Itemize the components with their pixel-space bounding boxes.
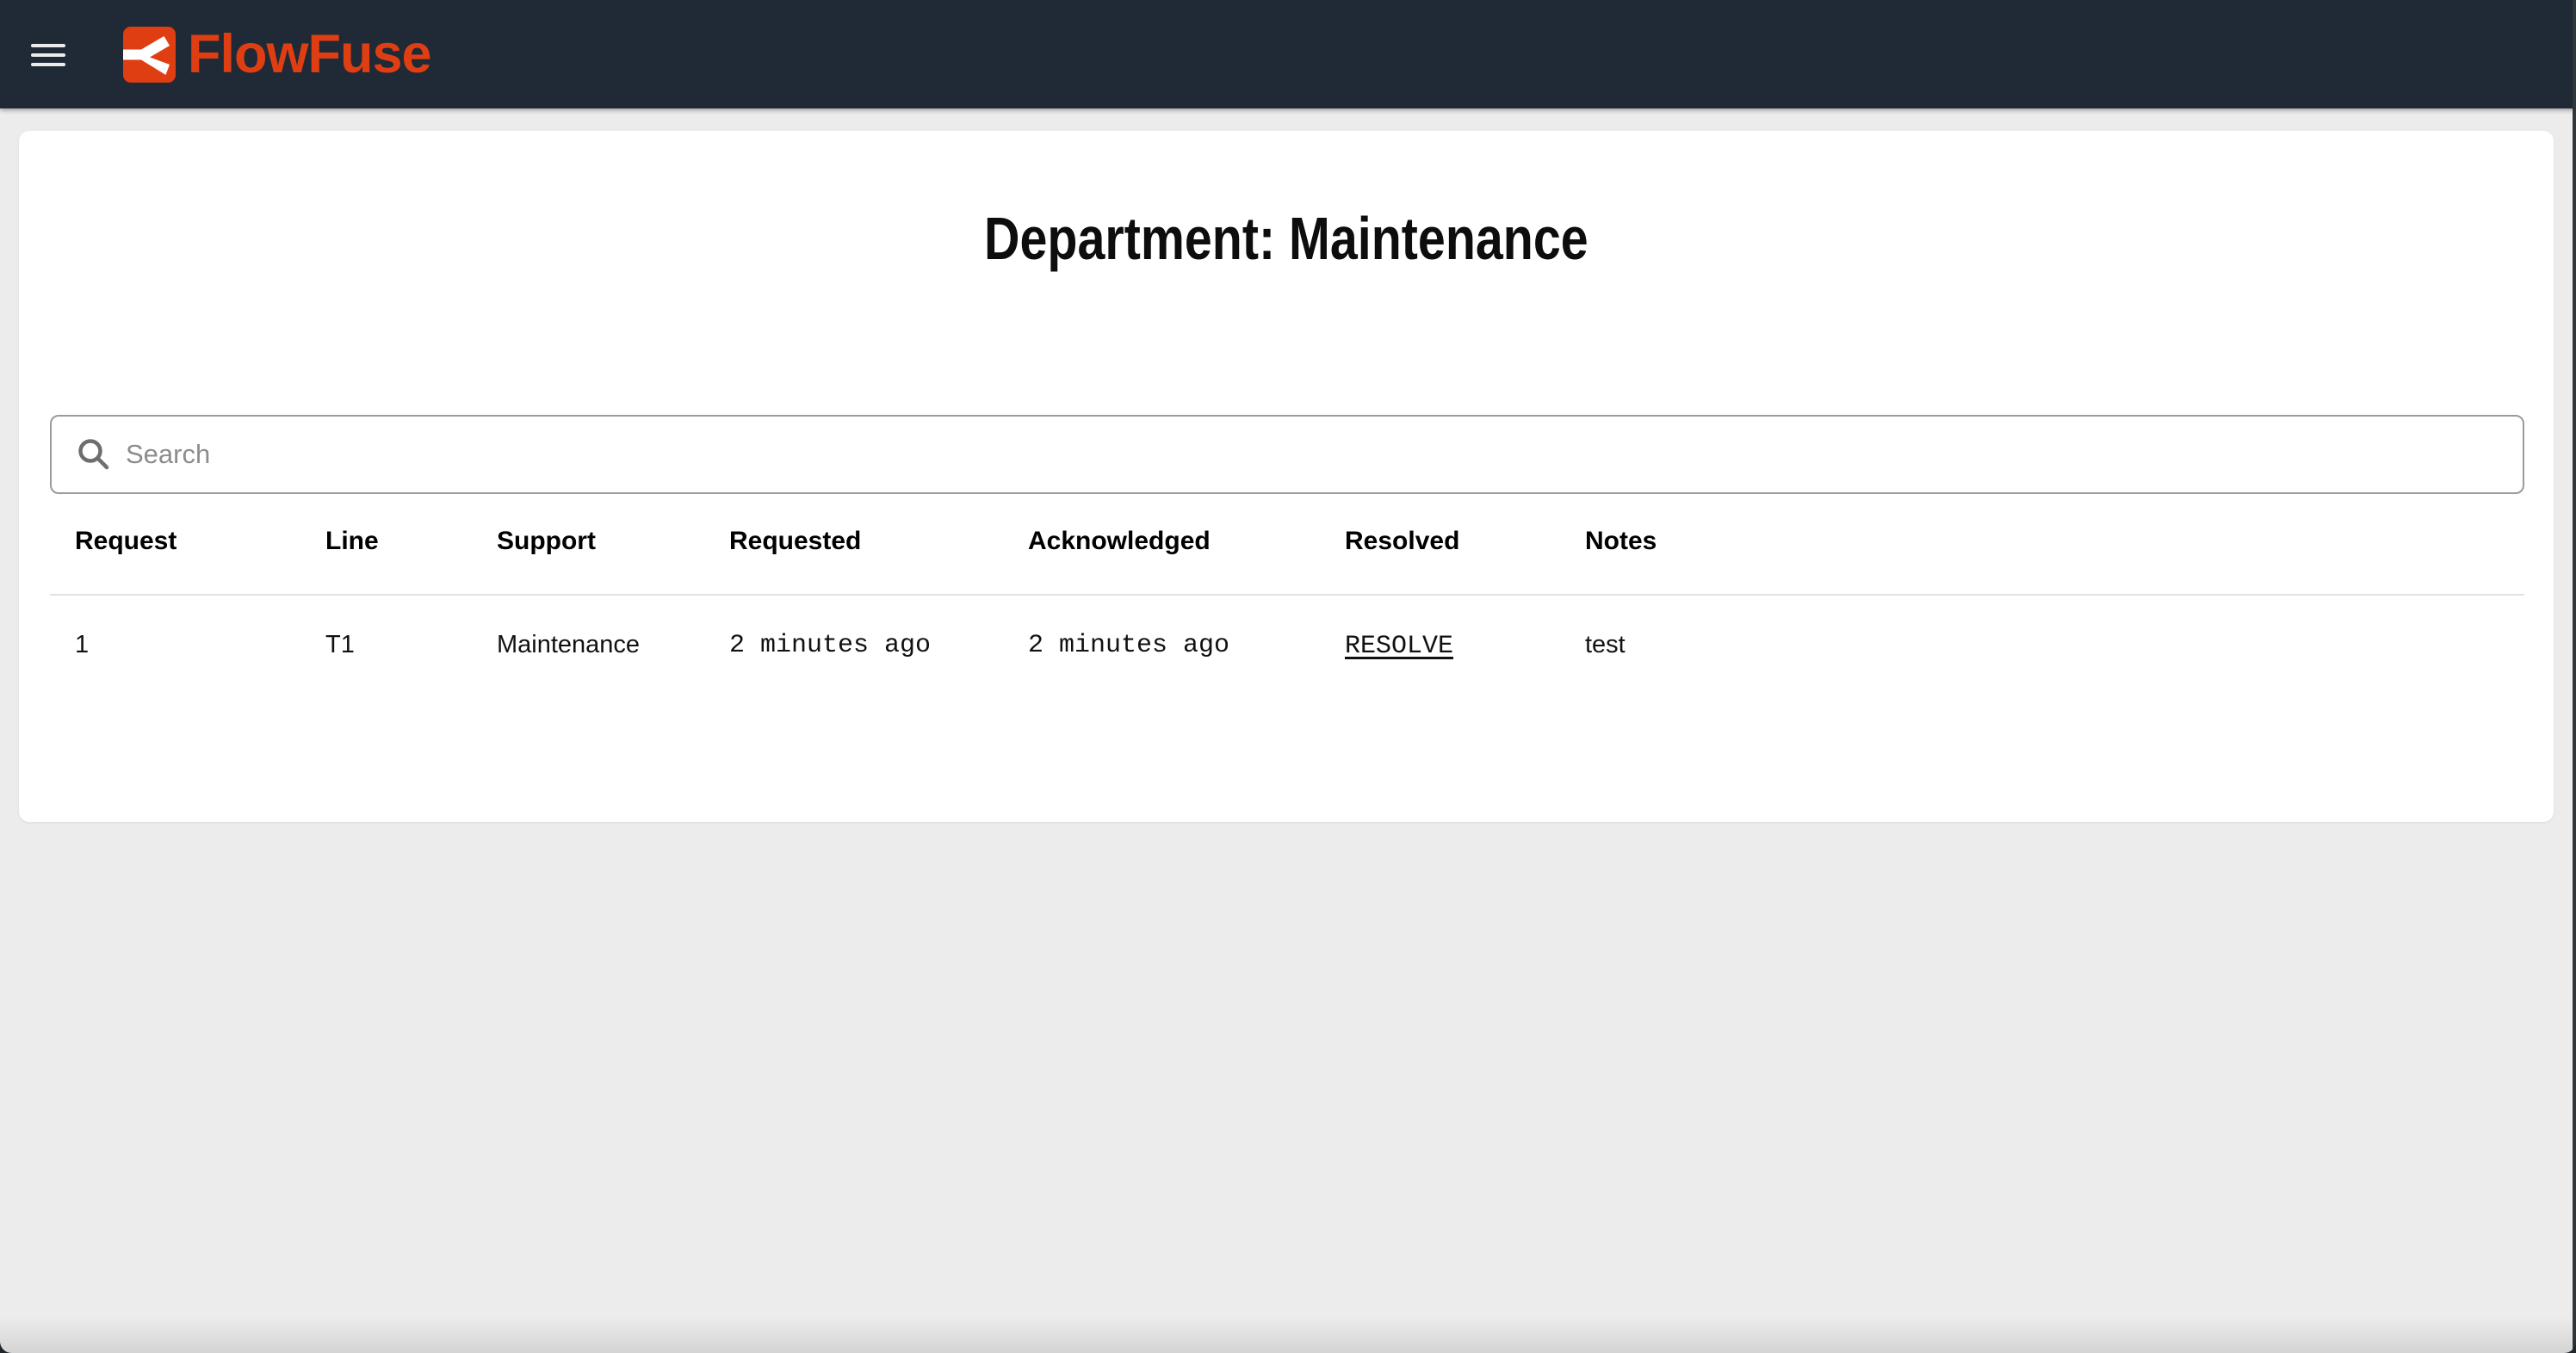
top-app-bar: FlowFuse	[0, 0, 2576, 108]
column-header-notes: Notes	[1560, 494, 2524, 595]
search-box[interactable]	[50, 415, 2524, 494]
flowfuse-logo-icon	[123, 27, 176, 83]
window-right-edge	[2573, 0, 2576, 1353]
page-title: Department: Maintenance	[19, 131, 2554, 272]
cell-notes: test	[1560, 595, 2524, 661]
cell-acknowledged: 2 minutes ago	[1003, 595, 1320, 661]
brand-logo: FlowFuse	[123, 27, 431, 83]
table-row: 1 T1 Maintenance 2 minutes ago 2 minutes…	[50, 595, 2524, 661]
search-section	[50, 415, 2524, 494]
content-card: Department: Maintenance Request Line Sup…	[19, 131, 2554, 822]
requests-table: Request Line Support Requested Acknowled…	[50, 494, 2524, 661]
magnifier-search-icon	[76, 436, 112, 473]
cell-requested: 2 minutes ago	[704, 595, 1003, 661]
column-header-support: Support	[472, 494, 704, 595]
cell-line: T1	[300, 595, 472, 661]
window-corner-bottom-left	[0, 1341, 12, 1353]
brand-wordmark: FlowFuse	[188, 28, 431, 82]
resolve-link[interactable]: RESOLVE	[1345, 632, 1453, 661]
column-header-request: Request	[50, 494, 300, 595]
search-input[interactable]	[126, 420, 2523, 489]
column-header-requested: Requested	[704, 494, 1003, 595]
cell-request: 1	[50, 595, 300, 661]
cell-resolved: RESOLVE	[1320, 595, 1560, 661]
window-bottom-shadow	[0, 1317, 2576, 1353]
table-header-row: Request Line Support Requested Acknowled…	[50, 494, 2524, 595]
cell-support: Maintenance	[472, 595, 704, 661]
page-title-text: Department: Maintenance	[984, 205, 1588, 272]
column-header-line: Line	[300, 494, 472, 595]
column-header-acknowledged: Acknowledged	[1003, 494, 1320, 595]
hamburger-menu-icon[interactable]	[31, 44, 65, 66]
column-header-resolved: Resolved	[1320, 494, 1560, 595]
